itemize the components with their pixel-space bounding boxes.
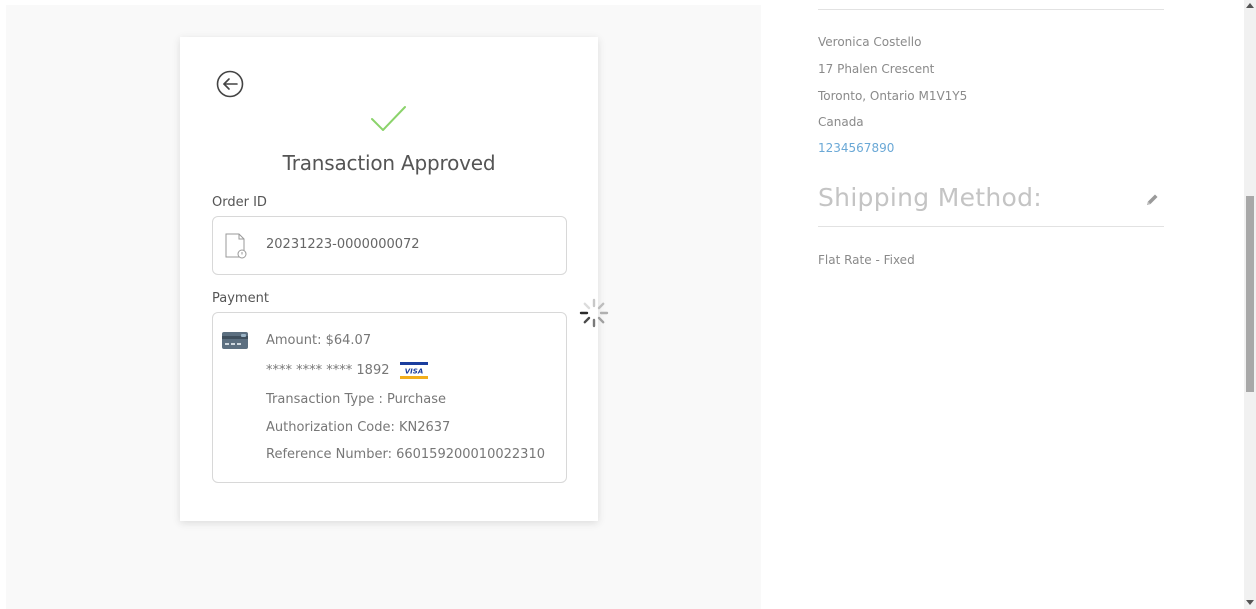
ship-to-phone-link[interactable]: 1234567890 — [818, 141, 894, 155]
edit-shipping-method-button[interactable] — [1144, 192, 1160, 208]
transaction-type: Transaction Type : Purchase — [266, 392, 447, 407]
ship-to-name: Veronica Costello — [818, 35, 922, 49]
order-id-box: 20231223-0000000072 — [212, 216, 567, 275]
ship-to-country: Canada — [818, 115, 864, 129]
vertical-scrollbar[interactable] — [1244, 0, 1256, 609]
scroll-down-arrow-icon[interactable] — [1246, 600, 1254, 605]
order-id-value: 20231223-0000000072 — [266, 237, 420, 252]
back-button[interactable] — [215, 69, 245, 99]
payment-amount: Amount: $64.07 — [266, 333, 372, 348]
authorization-code: Authorization Code: KN2637 — [266, 420, 451, 435]
scroll-up-arrow-icon[interactable] — [1246, 3, 1254, 8]
payment-details-box: Amount: $64.07 **** **** **** 1892 VISA … — [212, 312, 567, 483]
payment-pane: Transaction Approved Order ID 20231223-0… — [6, 5, 761, 609]
payment-label: Payment — [212, 291, 269, 306]
pencil-icon — [1147, 194, 1158, 205]
order-id-label: Order ID — [212, 195, 267, 210]
card-brand-text: VISA — [404, 368, 422, 376]
visa-logo: VISA — [399, 362, 428, 379]
reference-number: Reference Number: 660159200010022310 — [266, 447, 545, 462]
transaction-receipt-card: Transaction Approved Order ID 20231223-0… — [180, 37, 598, 521]
loading-spinner-icon — [579, 298, 609, 328]
shipping-method-value: Flat Rate - Fixed — [818, 253, 915, 267]
divider — [818, 226, 1164, 227]
masked-card-number: **** **** **** 1892 — [266, 363, 390, 378]
card-number-row: **** **** **** 1892 VISA — [266, 362, 428, 379]
transaction-status-title: Transaction Approved — [282, 151, 496, 175]
shipping-method-heading: Shipping Method: — [818, 183, 1042, 212]
credit-card-icon — [222, 332, 248, 349]
back-arrow-circle-icon — [216, 70, 244, 98]
checkmark-icon — [371, 106, 406, 131]
scrollbar-thumb[interactable] — [1246, 196, 1254, 392]
ship-to-street: 17 Phalen Crescent — [818, 62, 935, 76]
ship-to-city: Toronto, Ontario M1V1Y5 — [818, 89, 968, 103]
document-icon — [225, 233, 247, 259]
divider — [818, 9, 1164, 10]
